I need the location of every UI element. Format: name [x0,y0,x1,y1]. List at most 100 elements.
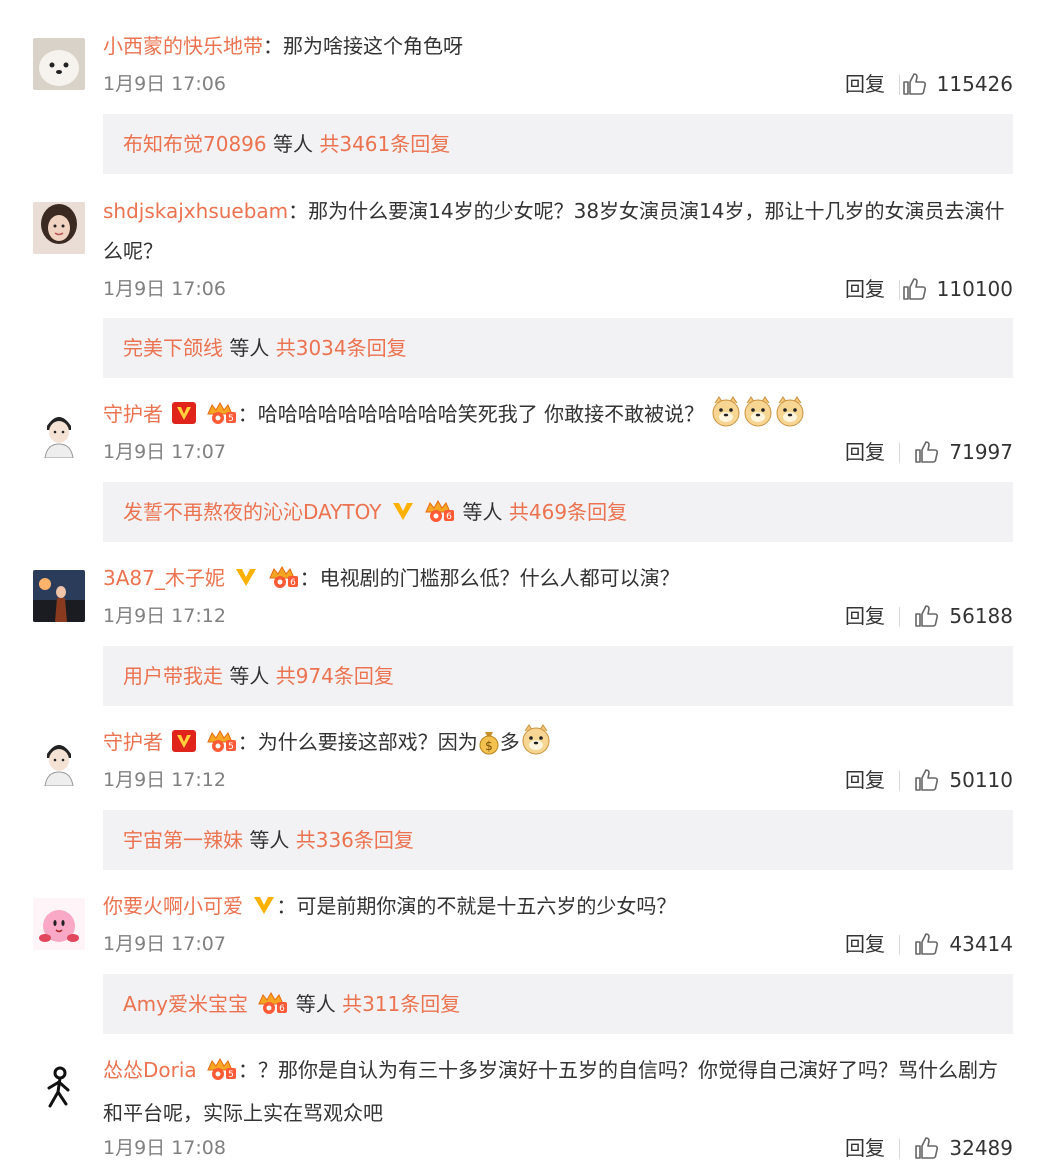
colon: ： [237,730,258,754]
member-level-icon: 6 [424,485,456,545]
avatar[interactable] [33,1062,85,1114]
avatar[interactable] [33,734,85,786]
reply-button[interactable]: 回复 [845,924,885,964]
sub-reply-count[interactable]: 共336条回复 [296,828,414,852]
colon: ： [288,199,309,223]
reply-button[interactable]: 回复 [845,760,885,800]
verified-v-icon [172,725,197,765]
sub-reply-box[interactable]: 发誓不再熬夜的沁沁DAYTOY 6 等人 共469条回复 [103,482,1013,542]
thumbs-up-icon [913,767,939,793]
svg-text:5: 5 [228,742,234,752]
like-count: 50110 [949,768,1013,792]
member-level-icon: 5 [206,1053,238,1093]
sub-reply-user[interactable]: 宇宙第一辣妹 [123,828,243,852]
avatar[interactable] [33,202,85,254]
verified-v-icon [391,485,415,545]
sub-reply-box[interactable]: 宇宙第一辣妹 等人 共336条回复 [103,810,1013,870]
reply-button[interactable]: 回复 [845,1128,885,1168]
sub-reply-user[interactable]: 布知布觉70896 [123,132,267,156]
member-level-icon: 6 [257,977,289,1037]
avatar[interactable] [33,898,85,950]
like-button[interactable]: 115426 [901,64,1013,104]
username[interactable]: 守护者 [103,402,163,426]
comment-meta: 1月9日 17:06 回复 110100 [103,269,1013,309]
reply-button[interactable]: 回复 [845,432,885,472]
sub-reply-user[interactable]: 用户带我走 [123,664,223,688]
svg-text:6: 6 [290,578,296,588]
sub-reply-count[interactable]: 共974条回复 [276,664,394,688]
comment-content: 怂怂Doria 5 ：？那你是自认为有三十多岁演好十五岁的自信吗？你觉得自己演好了… [103,1050,1013,1133]
like-count: 110100 [936,277,1013,301]
sub-reply-text: 等人 [456,500,509,524]
like-button[interactable]: 110100 [901,269,1013,309]
colon: ： [237,402,258,426]
timestamp: 1月9日 17:12 [103,605,226,627]
sub-reply-text: 等人 [289,992,343,1016]
comment-meta: 1月9日 17:12 回复 50110 [103,760,1013,800]
sub-reply-box[interactable]: 布知布觉70896 等人 共3461条回复 [103,114,1013,174]
sub-reply-count[interactable]: 共469条回复 [509,500,627,524]
avatar[interactable] [33,38,85,90]
timestamp: 1月9日 17:12 [103,769,226,791]
username[interactable]: 守护者 [103,730,163,754]
username[interactable]: 你要火啊小可爱 [103,894,243,918]
verified-v-icon [234,561,258,601]
comment-content: 你要火啊小可爱 ：可是前期你演的不就是十五六岁的少女吗？ [103,886,1013,929]
reply-button[interactable]: 回复 [845,269,885,309]
sub-reply-user[interactable]: Amy爱米宝宝 [123,992,248,1016]
comment-content: 3A87_木子妮 6 ：电视剧的门槛那么低？什么人都可以演？ [103,558,1013,601]
comment-text: 电视剧的门槛那么低？什么人都可以演？ [319,566,680,590]
timestamp: 1月9日 17:06 [103,73,226,95]
sub-reply-count[interactable]: 共311条回复 [342,992,460,1016]
like-count: 115426 [936,72,1013,96]
comment-text: 那为啥接这个角色呀 [283,34,463,58]
thumbs-up-icon [913,439,939,465]
svg-text:6: 6 [446,512,452,522]
username[interactable]: 怂怂Doria [103,1058,197,1082]
sub-reply-user[interactable]: 发誓不再熬夜的沁沁DAYTOY [123,500,381,524]
member-level-icon: 5 [206,397,238,437]
like-button[interactable]: 50110 [913,760,1013,800]
sub-reply-box[interactable]: 完美下颌线 等人 共3034条回复 [103,318,1013,378]
username[interactable]: 3A87_木子妮 [103,566,225,590]
like-button[interactable]: 56188 [913,596,1013,636]
thumbs-up-icon [913,931,939,957]
timestamp: 1月9日 17:06 [103,278,226,300]
username[interactable]: shdjskajxhsuebam [103,199,288,223]
sub-reply-user[interactable]: 完美下颌线 [123,336,223,360]
colon: ： [263,34,283,58]
verified-v-icon [172,397,197,437]
sub-reply-count[interactable]: 共3034条回复 [276,336,407,360]
sub-reply-box[interactable]: Amy爱米宝宝 6 等人 共311条回复 [103,974,1013,1034]
thumbs-up-icon [913,603,939,629]
sub-reply-text: 等人 [266,132,320,156]
member-level-icon: 5 [206,725,238,765]
timestamp: 1月9日 17:07 [103,441,226,463]
sub-reply-count[interactable]: 共3461条回复 [319,132,450,156]
like-button[interactable]: 71997 [913,432,1013,472]
svg-text:$: $ [485,739,493,753]
timestamp: 1月9日 17:08 [103,1137,226,1159]
divider [899,771,900,791]
comment-meta: 1月9日 17:07 回复 71997 [103,432,1013,472]
reply-button[interactable]: 回复 [845,596,885,636]
colon: ： [299,566,320,590]
divider [899,1139,900,1159]
avatar[interactable] [33,406,85,458]
comment-content: shdjskajxhsuebam：那为什么要演14岁的少女呢？38岁女演员演14… [103,191,1013,271]
comment-meta: 1月9日 17:08 回复 32489 [103,1128,1013,1168]
reply-button[interactable]: 回复 [845,64,885,104]
comment-meta: 1月9日 17:06 回复 115426 [103,64,1013,104]
username[interactable]: 小西蒙的快乐地带 [103,34,263,58]
like-button[interactable]: 32489 [913,1128,1013,1168]
svg-text:5: 5 [228,414,234,424]
like-count: 32489 [949,1136,1013,1160]
sub-reply-box[interactable]: 用户带我走 等人 共974条回复 [103,646,1013,706]
colon: ： [238,1058,259,1082]
like-button[interactable]: 43414 [913,924,1013,964]
thumbs-up-icon [901,71,927,97]
comment-text: 为什么要接这部戏？因为 [257,730,478,754]
avatar[interactable] [33,570,85,622]
svg-text:5: 5 [228,1070,234,1080]
member-level-icon: 6 [268,561,300,601]
